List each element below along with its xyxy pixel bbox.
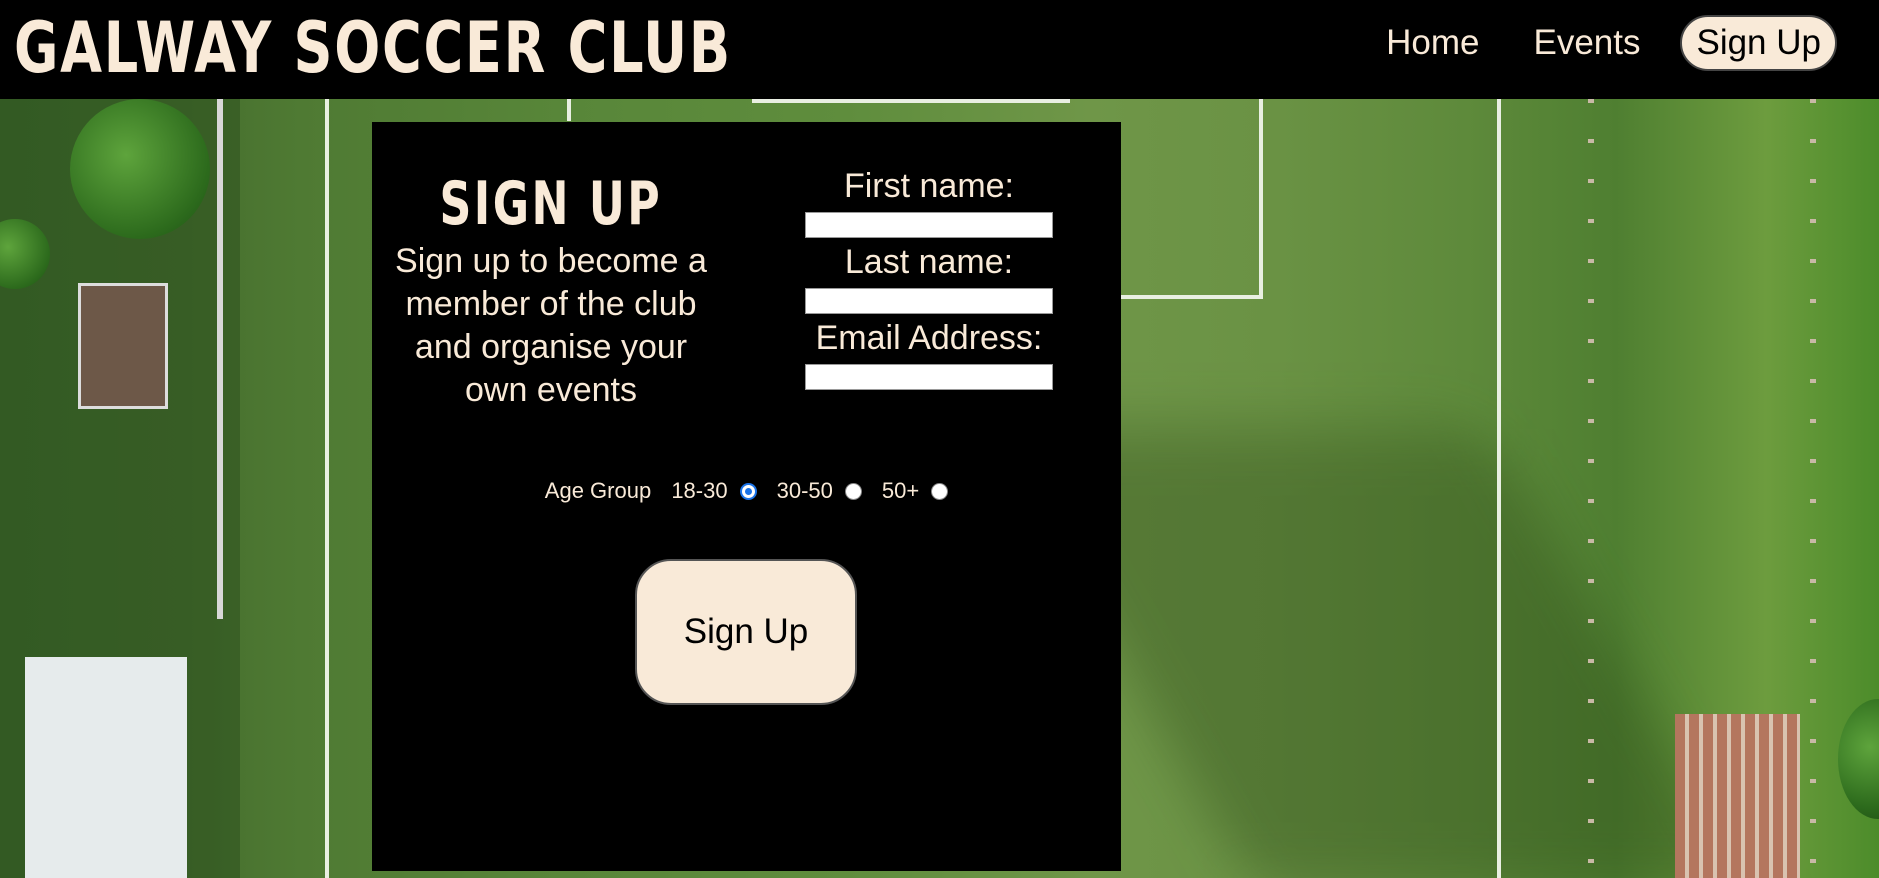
pitch-line [1259,99,1263,299]
age-group-label: Age Group [544,478,652,504]
first-name-label: First name: [843,167,1015,205]
site-header: GALWAY SOCCER CLUB Home Events Sign Up [0,0,1879,99]
pitch-line [1121,295,1263,299]
signup-submit-button[interactable]: Sign Up [635,559,857,705]
signup-form: First name: Last name: Email Address: [804,166,1054,394]
signup-title: SIGN UP [439,169,663,239]
signup-panel: SIGN UP Sign up to become a member of th… [372,122,1121,871]
pitch-line [567,99,571,121]
age-option-label-18-30: 18-30 [671,478,728,504]
email-label: Email Address: [815,319,1043,357]
site-logo[interactable]: GALWAY SOCCER CLUB [14,4,732,92]
age-radio-50-plus[interactable] [931,482,949,500]
nav-home-link[interactable]: Home [1372,15,1493,71]
signup-intro: SIGN UP Sign up to become a member of th… [384,172,718,412]
pitch-line [1497,99,1501,878]
age-group-selector: Age Group 18-30 30-50 50+ [372,477,1121,504]
nav-signup-link[interactable]: Sign Up [1680,15,1837,71]
fence [1588,99,1594,878]
last-name-input[interactable] [805,288,1053,314]
age-radio-18-30[interactable] [739,482,757,500]
pitch-line [217,99,223,619]
stand-roof [25,657,187,878]
age-option-label-50-plus: 50+ [881,478,920,504]
tree [70,99,210,239]
email-input[interactable] [805,364,1053,390]
fence [1810,99,1816,878]
clubhouse-roof [78,283,168,409]
nav-events-link[interactable]: Events [1519,15,1654,71]
spectator-stand [1675,714,1800,878]
last-name-label: Last name: [844,243,1014,281]
first-name-input[interactable] [805,212,1053,238]
signup-description: Sign up to become a member of the club a… [395,242,707,409]
age-option-label-30-50: 30-50 [776,478,833,504]
pitch-line [752,99,1070,103]
tree [1838,699,1879,819]
main-nav: Home Events Sign Up [1346,15,1837,71]
pitch-line [325,99,329,878]
age-radio-30-50[interactable] [844,482,862,500]
